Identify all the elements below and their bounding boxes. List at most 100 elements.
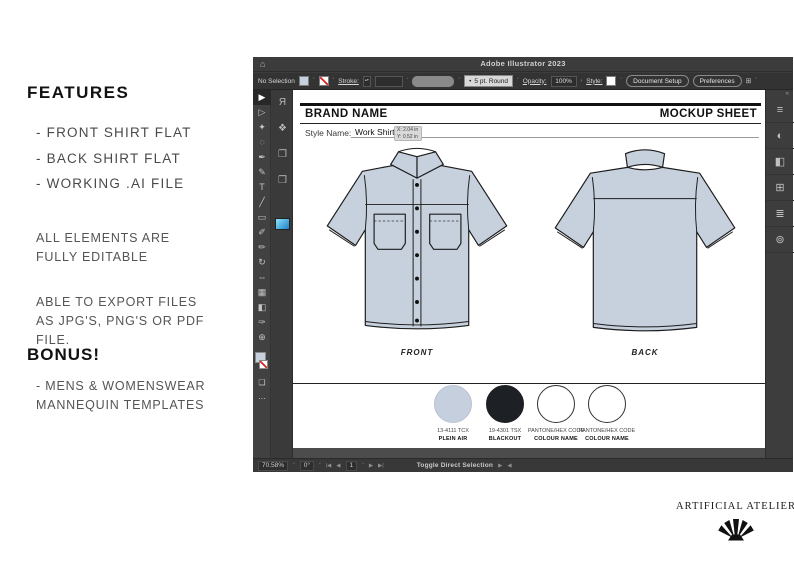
front-shirt-flat[interactable] xyxy=(305,142,530,342)
document-setup-button[interactable]: Document Setup xyxy=(626,75,688,87)
opacity-value-field[interactable]: 100% xyxy=(551,76,577,87)
pen-tool-icon[interactable]: ✒ xyxy=(253,150,271,165)
type-tool-icon[interactable]: T xyxy=(253,180,271,195)
colorway-swatch[interactable] xyxy=(434,385,472,423)
brush-preset-value: 5 pt. Round xyxy=(474,78,508,85)
chevron-down-icon[interactable]: ˇ xyxy=(293,463,295,469)
opacity-panel-link[interactable]: Opacity: xyxy=(523,78,547,85)
brush-bullet-icon: • xyxy=(469,78,471,85)
next-icon[interactable]: ▶ xyxy=(498,463,502,469)
gradient-swatch-thumbnail[interactable] xyxy=(275,218,290,230)
artboard-canvas[interactable]: BRAND NAME MOCKUP SHEET Style Name: Work… xyxy=(293,90,765,458)
more-tools-icon[interactable]: ⋯ xyxy=(253,394,271,403)
paintbrush-tool-icon[interactable]: ✐ xyxy=(253,225,271,240)
colorway-swatch[interactable] xyxy=(537,385,575,423)
colorway-swatch[interactable] xyxy=(588,385,626,423)
stroke-color-chip[interactable] xyxy=(319,76,329,86)
front-view-label[interactable]: FRONT xyxy=(377,348,457,357)
swatch-code: PANTONE/HEX CODE xyxy=(579,428,635,434)
first-artboard-icon[interactable]: |◀ xyxy=(326,463,332,469)
stroke-weight-dropdown[interactable] xyxy=(375,76,403,87)
bonus-heading: BONUS! xyxy=(27,345,100,365)
mesh-tool-icon[interactable]: ▦ xyxy=(253,285,271,300)
touch-type-panel-icon[interactable]: Я xyxy=(272,90,293,116)
brand-name-text[interactable]: BRAND NAME xyxy=(305,108,388,120)
note-editable: ALL ELEMENTS ARE FULLY EDITABLE xyxy=(36,229,170,267)
stroke-weight-stepper[interactable]: ▴▾ xyxy=(363,76,371,87)
fill-color-chip[interactable] xyxy=(299,76,309,86)
zoom-level-field[interactable]: 70.58% xyxy=(258,461,288,471)
zoom-tool-icon[interactable]: ⊕ xyxy=(253,330,271,345)
gradient-tool-icon[interactable]: ◧ xyxy=(253,300,271,315)
layers-panel-icon[interactable]: ≣ xyxy=(766,201,794,227)
width-profile-dropdown[interactable] xyxy=(412,76,454,87)
swatch-label[interactable]: 13-4111 TCX PLEIN AIR xyxy=(423,427,483,444)
chevron-down-icon[interactable]: ˇ xyxy=(333,78,335,84)
chevron-down-icon[interactable]: ˇ xyxy=(313,78,315,84)
magic-wand-tool-icon[interactable]: ✦ xyxy=(253,120,271,135)
style-name-label[interactable]: Style Name: xyxy=(305,128,351,138)
selection-status: No Selection xyxy=(258,78,295,85)
lasso-tool-icon[interactable]: ◌ xyxy=(253,135,271,150)
bonus-note: - MENS & WOMENSWEAR MANNEQUIN TEMPLATES xyxy=(36,377,205,415)
arrange-documents-icon[interactable]: ⊞ xyxy=(746,77,752,85)
properties-panel-icon[interactable]: ≡ xyxy=(766,97,794,123)
pasteboard xyxy=(293,448,765,458)
brush-preset-dropdown[interactable]: • 5 pt. Round xyxy=(464,75,513,87)
back-view-label[interactable]: BACK xyxy=(605,348,685,357)
feature-item: - WORKING .AI FILE xyxy=(36,171,192,197)
swatch-name: PLEIN AIR xyxy=(423,435,483,443)
next-artboard-icon[interactable]: ▶ xyxy=(369,463,373,469)
line-segment-tool-icon[interactable]: ╱ xyxy=(253,195,271,210)
last-artboard-icon[interactable]: ▶| xyxy=(378,463,384,469)
layers-panel-icon[interactable]: ❖ xyxy=(272,116,293,142)
back-shirt-flat[interactable] xyxy=(533,142,758,342)
swatch-label[interactable]: PANTONE/HEX CODE COLOUR NAME xyxy=(577,427,637,444)
stroke-panel-link[interactable]: Stroke: xyxy=(338,78,359,85)
preferences-button[interactable]: Preferences xyxy=(693,75,742,87)
chevron-right-icon[interactable]: › xyxy=(581,78,583,84)
style-chip[interactable] xyxy=(606,76,616,86)
previous-artboard-icon[interactable]: ◀ xyxy=(336,463,340,469)
illustrator-window: ⌂ Adobe Illustrator 2023 No Selection ˇ … xyxy=(253,57,793,472)
stroke-swatch[interactable] xyxy=(259,360,268,369)
chevron-down-icon[interactable]: ˇ xyxy=(319,463,321,469)
logo-fan-emblem xyxy=(714,514,758,541)
symbols-panel-icon[interactable]: ⊚ xyxy=(766,227,794,253)
features-heading: FEATURES xyxy=(27,83,129,103)
chevron-down-icon[interactable]: ˇ xyxy=(620,78,622,84)
header-underline xyxy=(300,123,761,124)
direct-selection-tool-icon[interactable]: ▷ xyxy=(253,105,271,120)
chevron-down-icon[interactable]: ˇ xyxy=(407,78,409,84)
prev-icon[interactable]: ◀ xyxy=(507,463,511,469)
chevron-down-icon[interactable]: ˇ xyxy=(756,78,758,84)
page: FEATURES - FRONT SHIRT FLAT - BACK SHIRT… xyxy=(0,0,794,562)
title-bar: ⌂ Adobe Illustrator 2023 xyxy=(253,57,793,72)
rectangle-tool-icon[interactable]: ▭ xyxy=(253,210,271,225)
chevron-down-icon[interactable]: ˇ xyxy=(458,78,460,84)
colorway-swatch[interactable] xyxy=(486,385,524,423)
status-bar: 70.58% ˇ 0° ˇ |◀ ◀ 1 ˇ ▶ ▶| Toggle Direc… xyxy=(253,458,793,472)
shaper-tool-icon[interactable]: ✏ xyxy=(253,240,271,255)
curvature-tool-icon[interactable]: ✎ xyxy=(253,165,271,180)
gradient-panel-icon[interactable]: ◧ xyxy=(766,149,794,175)
chevron-down-icon[interactable]: ˇ xyxy=(362,463,364,469)
artboard-tool-icon[interactable]: ❏ xyxy=(253,378,271,387)
rotate-tool-icon[interactable]: ↻ xyxy=(253,255,271,270)
libraries-panel-icon[interactable]: ❒ xyxy=(272,168,293,194)
header-rule xyxy=(300,103,761,106)
eyedropper-tool-icon[interactable]: ✑ xyxy=(253,315,271,330)
style-name-value[interactable]: Work Shirt xyxy=(355,127,395,137)
chevron-down-icon[interactable]: ˇ xyxy=(517,78,519,84)
style-panel-link[interactable]: Style: xyxy=(586,78,602,85)
selection-tool-icon[interactable]: ▶ xyxy=(253,90,271,105)
artboards-panel-icon[interactable]: ❐ xyxy=(272,142,293,168)
transform-panel-icon[interactable]: ⊞ xyxy=(766,175,794,201)
color-panel-icon[interactable]: ◐ xyxy=(766,123,794,149)
scale-tool-icon[interactable]: ⇔ xyxy=(253,270,271,285)
rotation-field[interactable]: 0° xyxy=(300,461,314,471)
artboard-number-field[interactable]: 1 xyxy=(346,461,358,471)
brand-logo: ARTIFICIAL ATELIER xyxy=(670,501,794,541)
mockup-sheet-title[interactable]: MOCKUP SHEET xyxy=(660,108,757,120)
collapse-panels-icon[interactable]: « xyxy=(766,90,793,97)
